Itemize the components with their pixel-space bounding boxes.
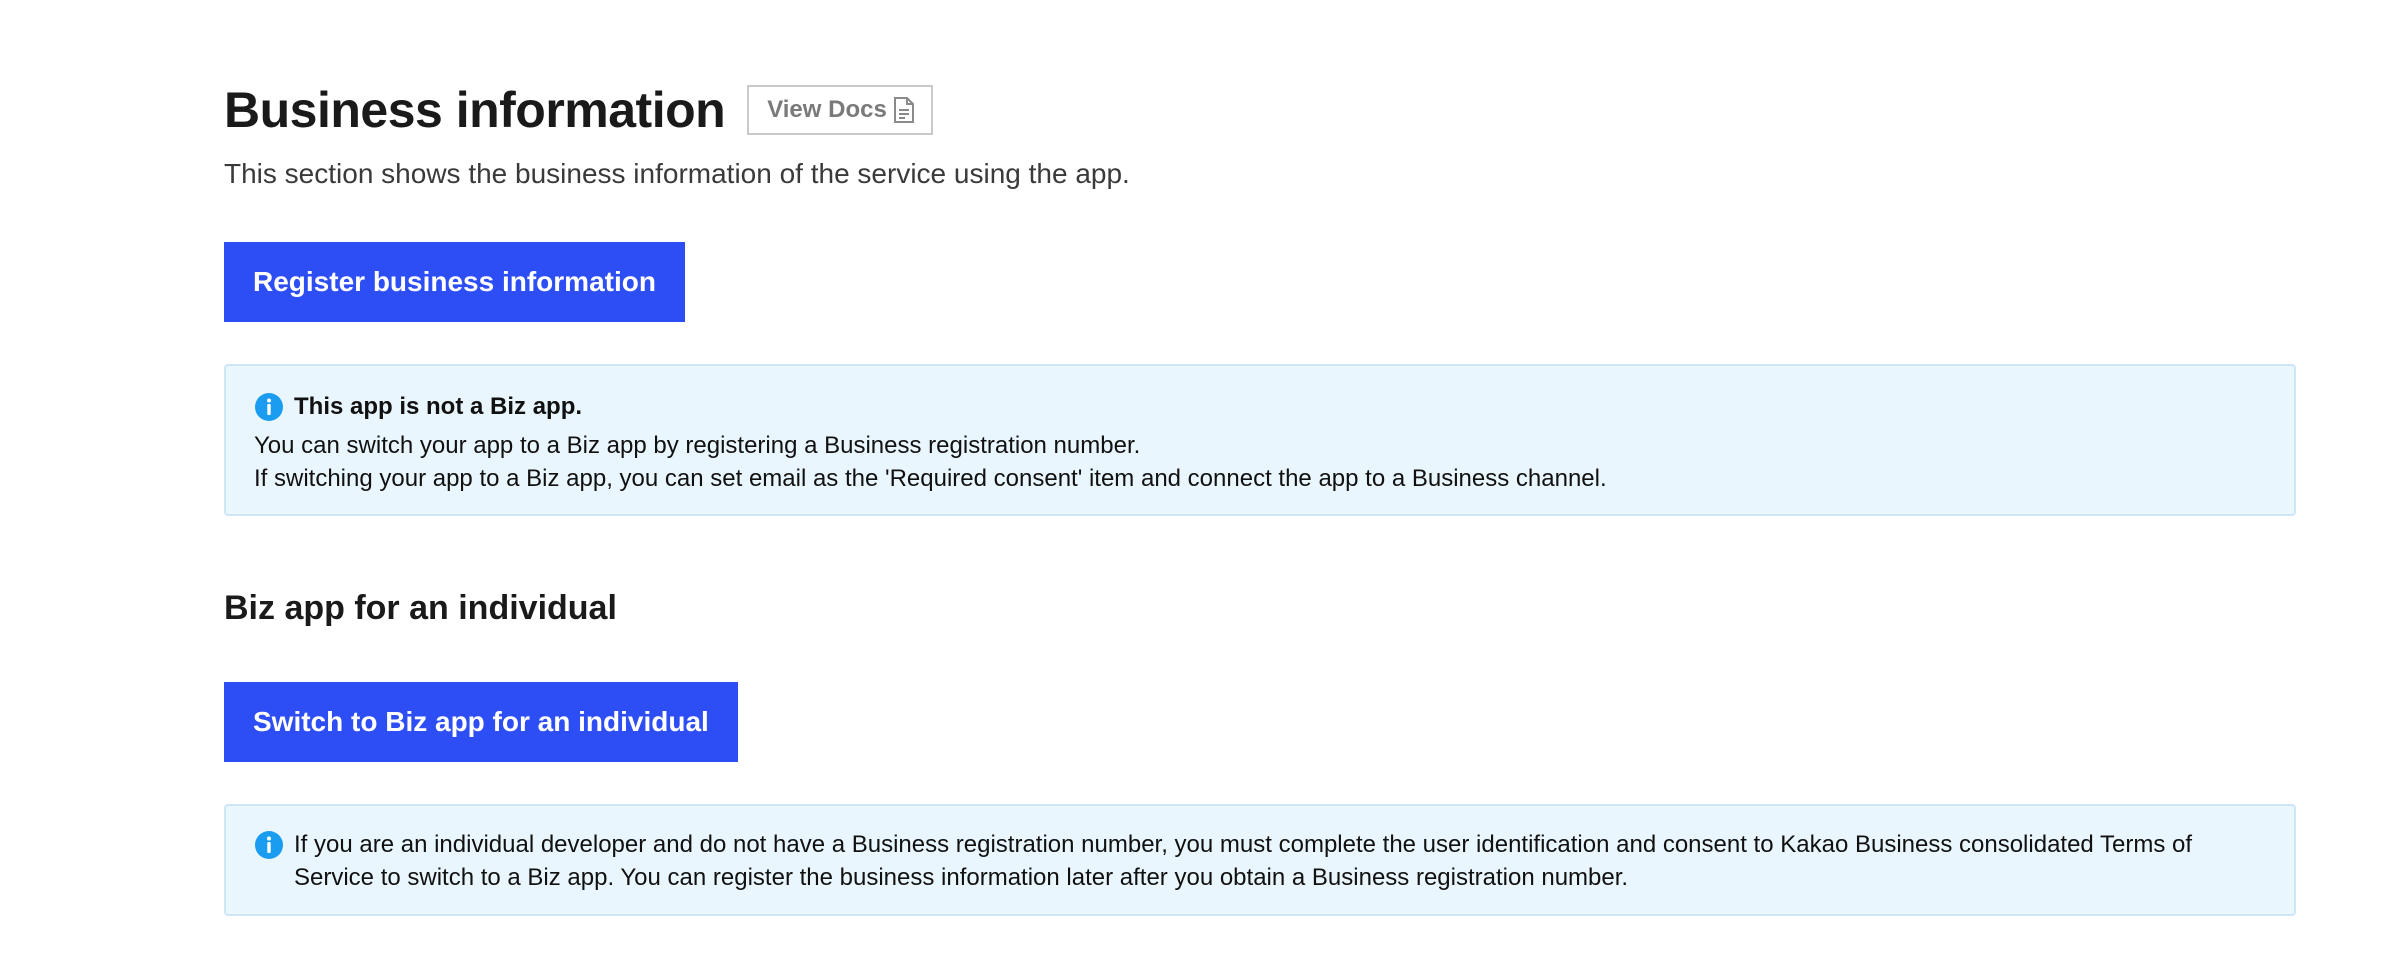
business-information-page: Business information View Docs This sect… (0, 0, 2400, 966)
not-biz-app-notice: This app is not a Biz app. You can switc… (224, 364, 2296, 516)
individual-notice-row: If you are an individual developer and d… (254, 828, 2266, 894)
individual-notice-text: If you are an individual developer and d… (294, 831, 2193, 891)
section-title-individual: Biz app for an individual (224, 589, 617, 627)
notice-heading-row: This app is not a Biz app. (254, 390, 2266, 423)
page-subtitle: This section shows the business informat… (224, 158, 1130, 189)
document-icon (893, 97, 915, 123)
info-circle-icon (254, 830, 284, 860)
notice-line-2: If switching your app to a Biz app, you … (254, 465, 1607, 492)
view-docs-label: View Docs (767, 96, 887, 123)
notice-line-1: You can switch your app to a Biz app by … (254, 432, 1141, 459)
info-circle-icon (254, 392, 284, 422)
view-docs-button[interactable]: View Docs (747, 85, 933, 135)
switch-to-biz-app-individual-button[interactable]: Switch to Biz app for an individual (224, 682, 738, 762)
title-row: Business information View Docs (224, 78, 933, 142)
register-business-information-button[interactable]: Register business information (224, 242, 685, 322)
notice-heading: This app is not a Biz app. (294, 393, 583, 420)
page-title: Business information (224, 82, 726, 138)
individual-notice: If you are an individual developer and d… (224, 804, 2296, 916)
